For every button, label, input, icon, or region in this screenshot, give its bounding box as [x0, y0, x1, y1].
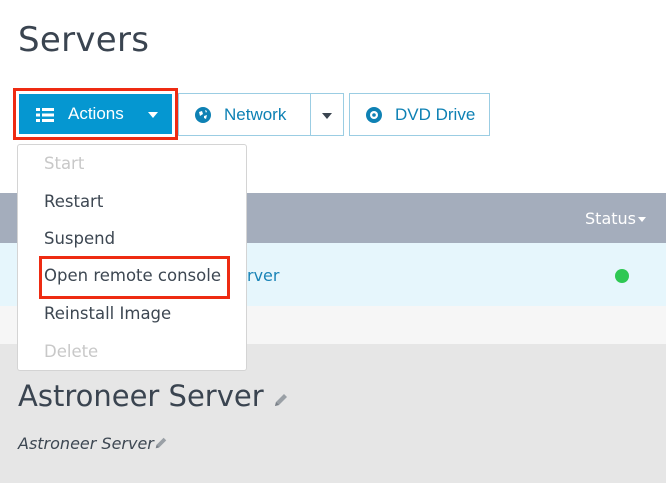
- actions-dropdown-menu: Start Restart Suspend Open remote consol…: [17, 144, 247, 371]
- dvd-drive-label: DVD Drive: [395, 104, 476, 124]
- server-name-link[interactable]: rver: [247, 266, 279, 285]
- actions-button[interactable]: Actions: [19, 94, 172, 134]
- edit-title-pencil-icon[interactable]: [273, 381, 289, 415]
- actions-highlight-box: Actions: [13, 88, 178, 140]
- status-column-header[interactable]: Status: [585, 209, 646, 228]
- disc-icon: [365, 106, 383, 124]
- chevron-down-icon: [322, 113, 332, 119]
- dvd-drive-button[interactable]: DVD Drive: [349, 93, 490, 136]
- server-detail-subtitle: Astroneer Server: [18, 434, 168, 454]
- remote-console-highlight-box: [39, 256, 230, 299]
- menu-item-suspend[interactable]: Suspend: [44, 229, 115, 248]
- sort-caret-icon: [638, 217, 646, 222]
- actions-label: Actions: [68, 104, 124, 123]
- menu-item-delete: Delete: [44, 342, 99, 361]
- server-detail-title: Astroneer Server: [18, 379, 289, 415]
- menu-item-restart[interactable]: Restart: [44, 192, 103, 211]
- network-label: Network: [224, 104, 287, 124]
- list-icon: [36, 107, 54, 122]
- status-online-indicator: [615, 269, 629, 283]
- status-header-label: Status: [585, 209, 636, 228]
- network-dropdown-toggle[interactable]: [310, 93, 344, 136]
- page-title: Servers: [18, 20, 150, 60]
- edit-subtitle-pencil-icon[interactable]: [154, 435, 168, 454]
- menu-item-reinstall-image[interactable]: Reinstall Image: [44, 304, 171, 323]
- server-subtitle-text: Astroneer Server: [18, 434, 154, 453]
- menu-item-start: Start: [44, 154, 85, 173]
- network-button[interactable]: Network: [178, 93, 311, 136]
- chevron-down-icon: [148, 112, 158, 118]
- server-title-text: Astroneer Server: [18, 379, 264, 413]
- network-globe-icon: [194, 106, 212, 124]
